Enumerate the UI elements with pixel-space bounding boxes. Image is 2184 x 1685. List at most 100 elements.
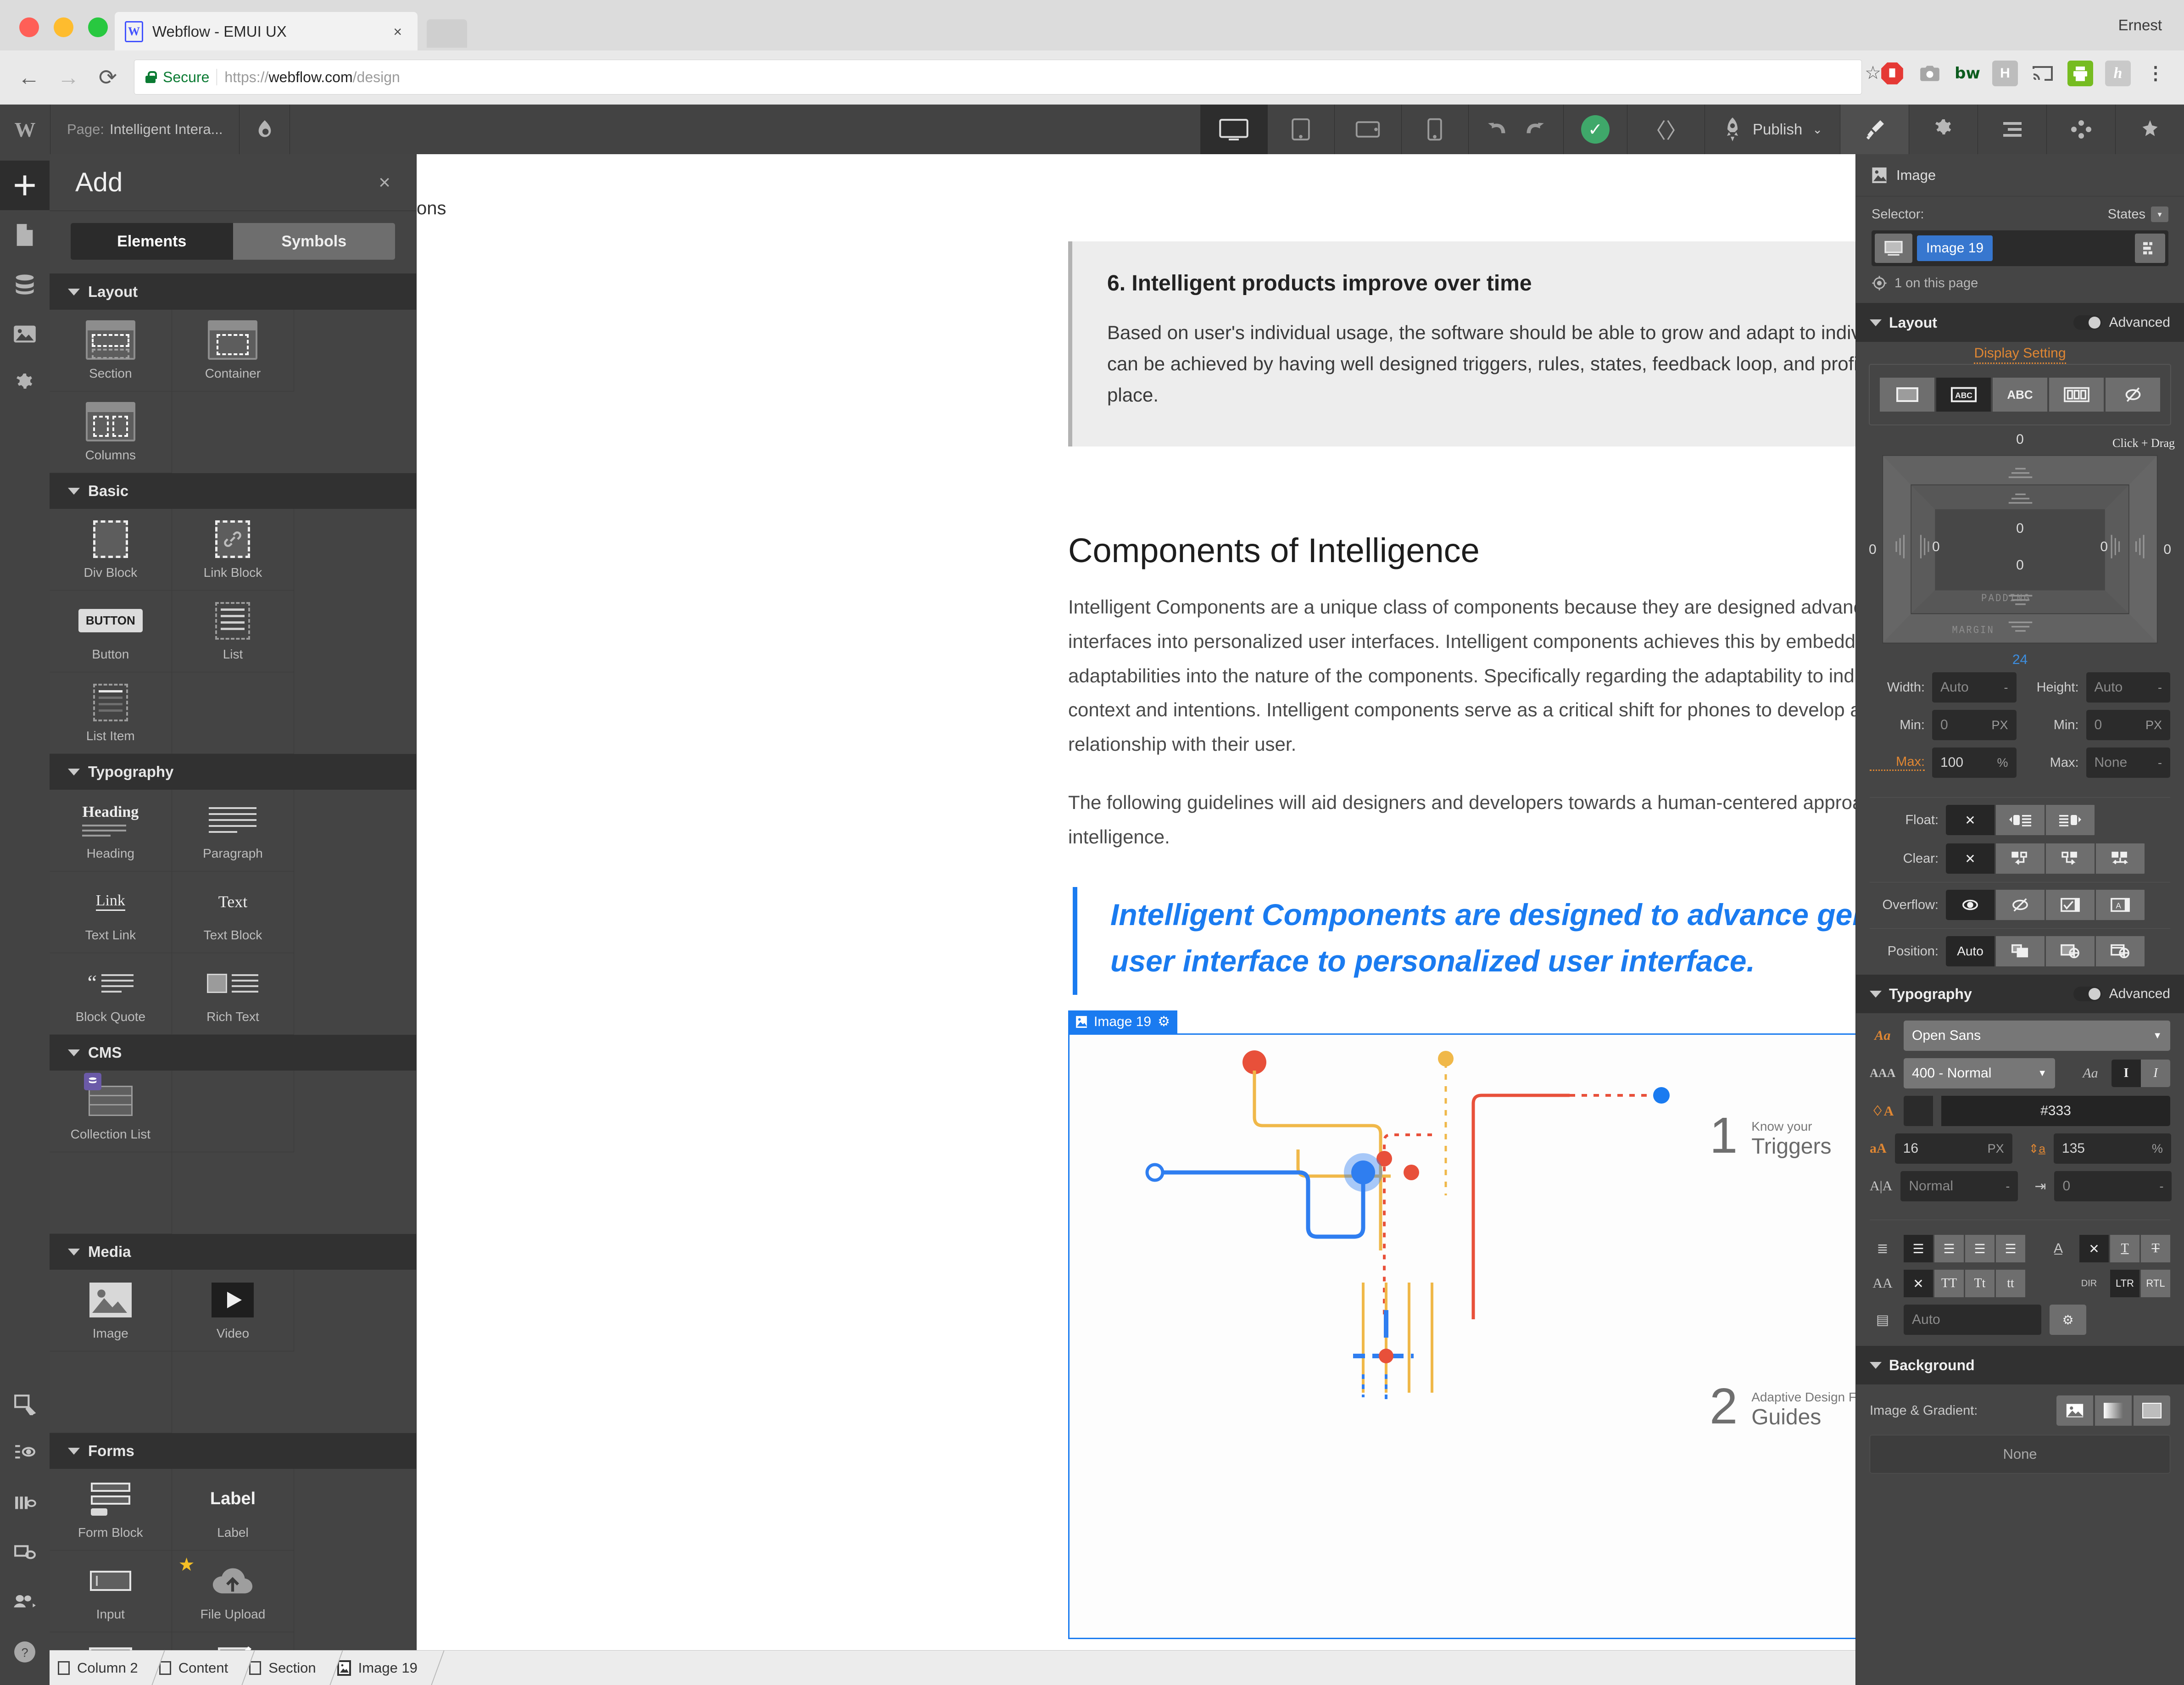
breadcrumb-item-image-19[interactable]: Image 19 <box>329 1651 430 1685</box>
padding-left-value[interactable]: 0 <box>1932 539 1940 555</box>
transform-capitalize-button[interactable]: Tt <box>1965 1270 1995 1297</box>
rail-share-button[interactable] <box>0 1578 50 1627</box>
clear-none-button[interactable]: ✕ <box>1946 843 1995 874</box>
category-header-media[interactable]: Media <box>50 1234 416 1270</box>
overflow-visible-button[interactable] <box>1946 890 1995 920</box>
rail-audit-button[interactable] <box>0 1429 50 1479</box>
transform-lowercase-button[interactable]: tt <box>1996 1270 2025 1297</box>
position-fixed-button[interactable] <box>2096 936 2145 966</box>
hypothesis-extension-icon[interactable]: h <box>2105 61 2131 86</box>
background-image-button[interactable] <box>2056 1395 2093 1426</box>
decoration-strikethrough-button[interactable]: T <box>2141 1235 2170 1262</box>
style-italic-button[interactable]: I <box>2141 1060 2170 1087</box>
transform-none-button[interactable]: ✕ <box>1904 1270 1933 1297</box>
category-header-basic[interactable]: Basic <box>50 473 416 509</box>
browser-tab[interactable]: W Webflow - EMUI UX × <box>115 12 418 51</box>
element-text-link[interactable]: Link Text Link <box>50 871 172 953</box>
page-selector[interactable]: Page: Intelligent Intera... <box>50 105 240 154</box>
position-absolute-button[interactable] <box>2046 936 2095 966</box>
min-height-input[interactable]: 0 PX <box>2086 710 2171 740</box>
rail-add-elements-button[interactable] <box>0 161 50 210</box>
device-mobile-portrait-button[interactable] <box>1401 105 1468 154</box>
breadcrumb-item-content[interactable]: Content <box>151 1651 241 1685</box>
category-header-cms[interactable]: CMS <box>50 1035 416 1071</box>
background-gradient-button[interactable] <box>2095 1395 2132 1426</box>
element-file-upload[interactable]: ★ File Upload <box>172 1551 295 1632</box>
section-header-typography[interactable]: Typography Advanced <box>1856 975 2184 1013</box>
minimize-window-button[interactable] <box>54 17 73 37</box>
position-relative-button[interactable] <box>1996 936 2045 966</box>
close-icon[interactable]: × <box>388 23 407 40</box>
cast-icon[interactable] <box>2030 61 2056 86</box>
preview-toggle-button[interactable] <box>240 105 290 154</box>
max-width-input[interactable]: 100 % <box>1932 748 2017 778</box>
bookmark-star-icon[interactable]: ☆ <box>1865 62 1881 84</box>
min-width-input[interactable]: 0 PX <box>1932 710 2017 740</box>
element-text-block[interactable]: Text Text Block <box>172 871 295 953</box>
overflow-scroll-button[interactable] <box>2046 890 2095 920</box>
breadcrumb-item-column-2[interactable]: Column 2 <box>50 1651 151 1685</box>
element-selection-tag[interactable]: Image 19 ⚙ <box>1068 1010 1177 1033</box>
text-indent-input[interactable]: 0 - <box>2054 1171 2172 1201</box>
direction-rtl-button[interactable]: RTL <box>2141 1270 2170 1297</box>
margin-left-value[interactable]: 0 <box>1869 542 1877 558</box>
align-center-button[interactable]: ☰ <box>1934 1235 1964 1262</box>
adblock-extension-icon[interactable] <box>1879 61 1905 86</box>
element-text-area[interactable]: Text Area <box>50 1632 172 1650</box>
device-desktop-button[interactable] <box>1200 105 1267 154</box>
element-container[interactable]: Container <box>172 310 295 391</box>
reload-icon[interactable]: ⟳ <box>93 62 123 93</box>
bw-extension-icon[interactable]: bw <box>1955 61 1980 86</box>
height-input[interactable]: Auto - <box>2086 672 2171 703</box>
element-section[interactable]: Section <box>50 310 172 391</box>
clear-left-button[interactable] <box>1996 843 2045 874</box>
font-weight-select[interactable]: 400 - Normal ▼ <box>1904 1058 2055 1088</box>
element-image[interactable]: Image <box>50 1270 172 1351</box>
align-left-button[interactable]: ☰ <box>1904 1235 1933 1262</box>
box-model-editor[interactable]: PADDING MARGIN 0 0 0 0 0 0 0 24 Click + … <box>1864 435 2176 664</box>
float-left-button[interactable] <box>1996 805 2045 835</box>
close-window-button[interactable] <box>19 17 39 37</box>
tab-navigator-panel[interactable] <box>1978 105 2046 154</box>
decoration-underline-button[interactable]: T <box>2110 1235 2139 1262</box>
rail-pages-button[interactable] <box>0 210 50 260</box>
element-rich-text[interactable]: Rich Text <box>172 953 295 1035</box>
body-paragraph-2[interactable]: The following guidelines will aid design… <box>1068 786 1855 854</box>
selected-image-wrapper[interactable]: Image 19 ⚙ <box>1068 1033 1855 1639</box>
forward-icon[interactable]: → <box>53 62 84 93</box>
element-video[interactable]: Video <box>172 1270 295 1351</box>
element-heading[interactable]: Heading Heading <box>50 790 172 871</box>
element-collection-list[interactable]: Collection List <box>50 1071 172 1152</box>
selector-class-chip[interactable]: Image 19 <box>1917 235 1993 261</box>
category-header-layout[interactable]: Layout <box>50 274 416 310</box>
selector-options-icon[interactable] <box>2135 234 2165 263</box>
rail-assets-button[interactable] <box>0 309 50 359</box>
letter-spacing-input[interactable]: Normal - <box>1900 1171 2018 1201</box>
tab-settings-panel[interactable] <box>1909 105 1978 154</box>
body-paragraph-1[interactable]: Intelligent Components are a unique clas… <box>1068 590 1855 762</box>
display-inline-button[interactable]: ABC <box>1993 378 2047 412</box>
tab-symbols[interactable]: Symbols <box>233 223 396 260</box>
webflow-logo-icon[interactable]: W <box>0 105 50 154</box>
print-friendly-extension-icon[interactable] <box>2067 61 2093 86</box>
h-extension-icon[interactable]: H <box>1992 61 2018 86</box>
overflow-hidden-button[interactable] <box>1996 890 2045 920</box>
element-input[interactable]: Input <box>50 1551 172 1632</box>
rail-grid-button[interactable] <box>0 1479 50 1528</box>
toggle-switch[interactable] <box>2073 315 2102 330</box>
float-right-button[interactable] <box>2046 805 2095 835</box>
font-family-select[interactable]: Open Sans ▼ <box>1904 1021 2170 1051</box>
clear-right-button[interactable] <box>2046 843 2095 874</box>
decoration-none-button[interactable]: ✕ <box>2079 1235 2109 1262</box>
element-list[interactable]: List <box>172 591 295 672</box>
close-icon[interactable]: × <box>379 171 390 194</box>
code-export-button[interactable]: 〈〉 <box>1627 105 1705 154</box>
element-columns[interactable]: Columns <box>50 391 172 473</box>
tab-style-panel[interactable] <box>1840 105 1909 154</box>
page-title[interactable]: Components of Intelligence <box>1068 531 1855 570</box>
selector-input[interactable]: Image 19 <box>1872 230 2168 266</box>
margin-bottom-value[interactable]: 24 <box>1864 652 2176 668</box>
device-mobile-landscape-button[interactable] <box>1334 105 1401 154</box>
line-height-input[interactable]: 135 % <box>2054 1133 2171 1164</box>
color-swatch[interactable] <box>1904 1096 1933 1126</box>
